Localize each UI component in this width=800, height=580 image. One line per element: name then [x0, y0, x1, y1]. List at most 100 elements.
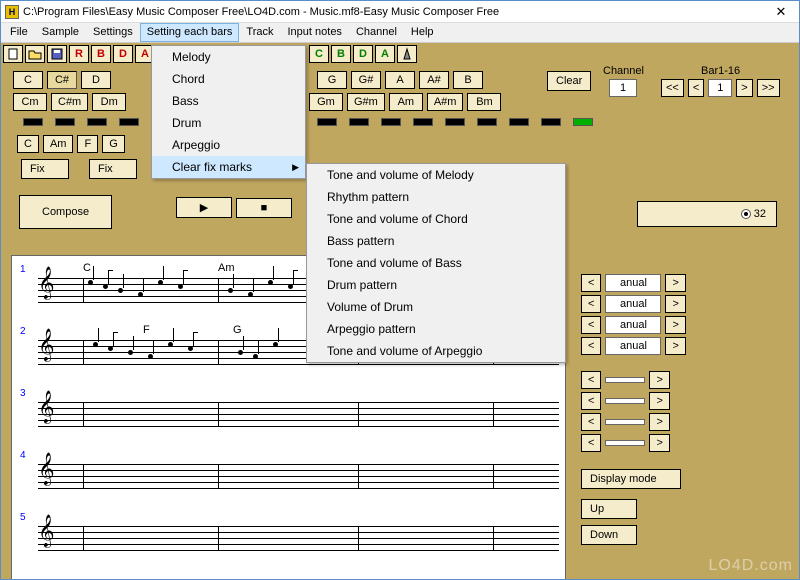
side-next[interactable]: > [649, 434, 669, 452]
down-button[interactable]: Down [581, 525, 637, 545]
menu-file[interactable]: File [3, 23, 35, 42]
seq-f[interactable]: F [77, 135, 98, 153]
menu-item[interactable]: Bass [152, 90, 305, 112]
toolbar-d[interactable]: D [113, 45, 133, 63]
menu-input-notes[interactable]: Input notes [281, 23, 349, 42]
play-button[interactable]: ▶ [176, 197, 232, 218]
side-val-blank[interactable] [605, 398, 645, 404]
side-next[interactable]: > [665, 274, 685, 292]
submenu-item[interactable]: Rhythm pattern [307, 186, 565, 208]
submenu-item[interactable]: Tone and volume of Melody [307, 164, 565, 186]
chord-gsharpm[interactable]: G#m [347, 93, 385, 111]
side-next[interactable]: > [649, 392, 669, 410]
side-prev[interactable]: < [581, 316, 601, 334]
side-val[interactable]: anual [605, 337, 661, 355]
chord-am[interactable]: Am [389, 93, 423, 111]
side-val[interactable]: anual [605, 274, 661, 292]
fix-button-1[interactable]: Fix [21, 159, 69, 179]
note [178, 284, 183, 289]
clear-button[interactable]: Clear [547, 71, 591, 91]
chord-csharpm[interactable]: C#m [51, 93, 88, 111]
chord-bm[interactable]: Bm [467, 93, 501, 111]
bar-last[interactable]: >> [757, 79, 780, 97]
submenu-item[interactable]: Tone and volume of Chord [307, 208, 565, 230]
chord-gsharp[interactable]: G# [351, 71, 381, 89]
seq-am[interactable]: Am [43, 135, 74, 153]
side-prev[interactable]: < [581, 337, 601, 355]
seq-g[interactable]: G [102, 135, 125, 153]
channel-value[interactable]: 1 [609, 79, 637, 97]
chord-asharp[interactable]: A# [419, 71, 449, 89]
side-val[interactable]: anual [605, 316, 661, 334]
watermark: LO4D.com [709, 557, 793, 575]
submenu-item[interactable]: Tone and volume of Arpeggio [307, 340, 565, 362]
submenu-item[interactable]: Tone and volume of Bass [307, 252, 565, 274]
chord-dm[interactable]: Dm [92, 93, 126, 111]
chord-g[interactable]: G [317, 71, 347, 89]
toolbar-d2[interactable]: D [353, 45, 373, 63]
side-val-blank[interactable] [605, 377, 645, 383]
submenu-item[interactable]: Arpeggio pattern [307, 318, 565, 340]
toolbar-r[interactable]: R [69, 45, 89, 63]
metronome-icon[interactable] [397, 45, 417, 63]
new-file-icon[interactable] [3, 45, 23, 63]
toolbar-c2[interactable]: C [309, 45, 329, 63]
toolbar-b2[interactable]: B [331, 45, 351, 63]
side-next[interactable]: > [649, 371, 669, 389]
chord-b[interactable]: B [453, 71, 483, 89]
radio-32[interactable] [741, 209, 751, 219]
menu-item[interactable]: Clear fix marks▶ [152, 156, 305, 178]
fix-button-2[interactable]: Fix [89, 159, 137, 179]
chord-asharpm[interactable]: A#m [427, 93, 464, 111]
menu-help[interactable]: Help [404, 23, 441, 42]
chord-d[interactable]: D [81, 71, 111, 89]
compose-button[interactable]: Compose [19, 195, 112, 229]
note [168, 342, 173, 347]
bar-first[interactable]: << [661, 79, 684, 97]
menu-settings[interactable]: Settings [86, 23, 140, 42]
side-prev[interactable]: < [581, 371, 601, 389]
chord-csharp[interactable]: C# [47, 71, 77, 89]
chord-c[interactable]: C [13, 71, 43, 89]
open-file-icon[interactable] [25, 45, 45, 63]
toolbar-b[interactable]: B [91, 45, 111, 63]
menu-item[interactable]: Chord [152, 68, 305, 90]
menu-channel[interactable]: Channel [349, 23, 404, 42]
side-prev[interactable]: < [581, 274, 601, 292]
display-mode-button[interactable]: Display mode [581, 469, 681, 489]
bar-next[interactable]: > [736, 79, 752, 97]
bar-value[interactable]: 1 [708, 79, 732, 97]
menu-item[interactable]: Drum [152, 112, 305, 134]
side-prev[interactable]: < [581, 434, 601, 452]
submenu-item[interactable]: Volume of Drum [307, 296, 565, 318]
save-icon[interactable] [47, 45, 67, 63]
menu-sample[interactable]: Sample [35, 23, 86, 42]
side-val[interactable]: anual [605, 295, 661, 313]
bar-prev[interactable]: < [688, 79, 704, 97]
stop-button[interactable]: ■ [236, 198, 292, 218]
side-next[interactable]: > [649, 413, 669, 431]
menu-setting-each-bars[interactable]: Setting each bars [140, 23, 240, 42]
menu-submenu: Tone and volume of MelodyRhythm patternT… [306, 163, 566, 363]
chord-a[interactable]: A [385, 71, 415, 89]
chord-cm[interactable]: Cm [13, 93, 47, 111]
menu-item[interactable]: Melody [152, 46, 305, 68]
up-button[interactable]: Up [581, 499, 637, 519]
side-val-blank[interactable] [605, 440, 645, 446]
side-next[interactable]: > [665, 337, 685, 355]
side-prev[interactable]: < [581, 413, 601, 431]
side-next[interactable]: > [665, 316, 685, 334]
chord-gm[interactable]: Gm [309, 93, 343, 111]
side-prev[interactable]: < [581, 392, 601, 410]
side-prev[interactable]: < [581, 295, 601, 313]
menu-track[interactable]: Track [239, 23, 280, 42]
seq-c[interactable]: C [17, 135, 39, 153]
menu-dropdown: MelodyChordBassDrumArpeggioClear fix mar… [151, 45, 306, 179]
toolbar-a2[interactable]: A [375, 45, 395, 63]
side-next[interactable]: > [665, 295, 685, 313]
close-button[interactable]: ✕ [767, 4, 795, 20]
side-val-blank[interactable] [605, 419, 645, 425]
submenu-item[interactable]: Drum pattern [307, 274, 565, 296]
submenu-item[interactable]: Bass pattern [307, 230, 565, 252]
menu-item[interactable]: Arpeggio [152, 134, 305, 156]
